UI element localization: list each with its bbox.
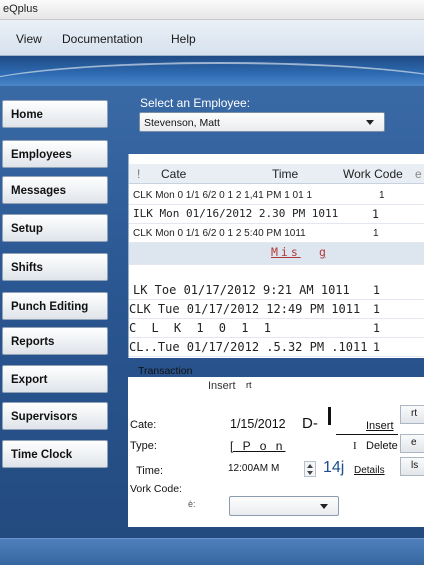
row-text: CLK Mon 0 1/1 6/2 0 1 2 5:40 PM 1011 <box>133 228 306 239</box>
time-extra: 14j <box>323 459 345 476</box>
nav-reports[interactable]: Reports <box>2 327 108 355</box>
menu-bar: View Documentation Help <box>0 20 424 56</box>
table-row[interactable]: Mis g <box>129 243 424 265</box>
title-bar: eQplus <box>0 0 424 20</box>
grid-header-time[interactable]: Time <box>272 167 298 181</box>
nav-label: Messages <box>11 185 66 197</box>
nav-time-clock[interactable]: Time Clock <box>2 440 108 468</box>
header-banner <box>0 56 424 86</box>
side-delete-label: e <box>411 437 417 448</box>
workcode-label: Vork Code: <box>130 483 182 495</box>
menu-help[interactable]: Help <box>171 32 196 46</box>
table-row[interactable]: CLK Mon 0 1/1 6/2 0 1 2 5:40 PM 1011 1 <box>129 224 424 243</box>
row-tail: g <box>319 245 326 259</box>
row-text: LK Toe 01/17/2012 9:21 AM 1011 <box>133 283 350 297</box>
transaction-section-label: Transaction <box>138 365 193 377</box>
employee-select[interactable]: Stevenson, Matt <box>139 112 385 132</box>
insert-underline <box>336 434 398 435</box>
table-row[interactable]: C L K 1 0 1 1 1 <box>129 319 424 338</box>
insert-caption: Insert <box>208 380 236 392</box>
banner-swoosh <box>0 62 424 86</box>
arrow-up-icon <box>307 464 313 468</box>
nav-supervisors[interactable]: Supervisors <box>2 402 108 430</box>
transaction-panel: Insert rt Cate: 1/15/2012 D- Insert Type… <box>128 377 424 527</box>
chevron-down-icon <box>320 504 328 509</box>
nav-label: Home <box>11 109 43 121</box>
employee-select-value: Stevenson, Matt <box>144 117 220 129</box>
nav-label: Reports <box>11 336 55 348</box>
side-insert-button[interactable]: rt <box>400 405 424 424</box>
workcode-label-suffix: è: <box>188 499 196 509</box>
row-text: ILK Mon 01/16/2012 2.30 PM 1011 <box>133 207 339 220</box>
table-row[interactable]: ILK Mon 01/16/2012 2.30 PM 1011 1 <box>129 205 424 224</box>
nav-home[interactable]: Home <box>2 100 108 128</box>
row-tail: 1 <box>373 340 380 354</box>
nav-messages[interactable]: Messages <box>2 176 108 204</box>
nav-label: Setup <box>11 223 43 235</box>
grid-header-flag[interactable]: ! <box>137 167 140 181</box>
side-insert-label: rt <box>411 408 418 419</box>
table-row[interactable]: CLK Mon 0 1/1 6/2 0 1 2 1,41 PM 1 01 1 1 <box>129 186 424 205</box>
delete-button[interactable]: Delete <box>366 440 398 452</box>
row-tail: 1 <box>373 283 380 297</box>
side-delete-button[interactable]: e <box>400 434 424 453</box>
row-tail: 1 <box>373 321 380 335</box>
menu-documentation[interactable]: Documentation <box>62 32 143 46</box>
employee-select-label: Select an Employee: <box>140 96 251 110</box>
row-text: CLK Mon 0 1/1 6/2 0 1 2 1,41 PM 1 01 1 <box>133 190 313 201</box>
details-button[interactable]: Details <box>354 465 385 476</box>
nav-label: Employees <box>11 149 72 161</box>
text-cursor <box>328 407 331 425</box>
insert-button[interactable]: Insert <box>366 420 394 432</box>
nav-setup[interactable]: Setup <box>2 214 108 242</box>
punch-grid[interactable]: ! Cate Time Work Code e CLK Mon 0 1/1 6/… <box>128 154 424 358</box>
grid-header-workcode[interactable]: Work Code <box>343 167 403 181</box>
row-tail: 1 <box>373 302 380 316</box>
time-field-m: M <box>271 463 280 474</box>
status-bar <box>0 538 424 565</box>
app-title: eQplus <box>3 3 38 15</box>
arrow-down-icon <box>307 471 313 475</box>
nav-employees[interactable]: Employees <box>2 140 108 168</box>
time-stepper[interactable] <box>304 461 316 477</box>
nav-label: Time Clock <box>11 449 73 461</box>
menu-view[interactable]: View <box>16 32 42 46</box>
type-field[interactable]: [ P o n <box>230 439 285 453</box>
time-field[interactable]: 12:00AM <box>228 463 268 474</box>
time-label: Time: <box>136 465 164 477</box>
grid-header-date[interactable]: Cate <box>161 167 186 181</box>
workcode-select[interactable] <box>229 496 339 516</box>
date-field-suffix: D- <box>302 415 318 432</box>
nav-shifts[interactable]: Shifts <box>2 253 108 281</box>
table-row[interactable]: CL..Tue 01/17/2012 .5.32 PM .1011 1 <box>129 338 424 357</box>
row-text: C L K 1 0 1 1 <box>129 321 271 335</box>
grid-header: ! Cate Time Work Code e <box>129 164 424 184</box>
nav-export[interactable]: Export <box>2 365 108 393</box>
row-text: CL..Tue 01/17/2012 .5.32 PM .1011 <box>129 340 368 354</box>
row-text: CLK Tue 01/17/2012 12:49 PM 1011 <box>129 302 361 316</box>
row-text: Mis <box>271 245 301 259</box>
nav-label: Punch Editing <box>11 301 89 313</box>
nav-label: Supervisors <box>11 411 78 423</box>
insert-caption-suffix: rt <box>246 380 252 390</box>
row-tail: 1 <box>379 190 385 201</box>
side-details-label: ls <box>411 460 419 471</box>
type-label: Type: <box>130 440 157 452</box>
type-field-i: I <box>353 440 357 452</box>
chevron-down-icon <box>366 120 374 125</box>
nav-punch-editing[interactable]: Punch Editing <box>2 292 108 320</box>
table-row[interactable]: CLK Tue 01/17/2012 12:49 PM 1011 1 <box>129 300 424 319</box>
date-label: Cate: <box>130 419 157 431</box>
date-field[interactable]: 1/15/2012 <box>230 417 286 431</box>
nav-label: Export <box>11 374 48 386</box>
row-tail: 1 <box>373 228 379 239</box>
table-row[interactable]: LK Toe 01/17/2012 9:21 AM 1011 1 <box>129 281 424 300</box>
side-details-button[interactable]: ls <box>400 457 424 476</box>
nav-label: Shifts <box>11 262 43 274</box>
row-tail: 1 <box>372 207 379 221</box>
grid-header-extra[interactable]: e <box>415 167 422 181</box>
